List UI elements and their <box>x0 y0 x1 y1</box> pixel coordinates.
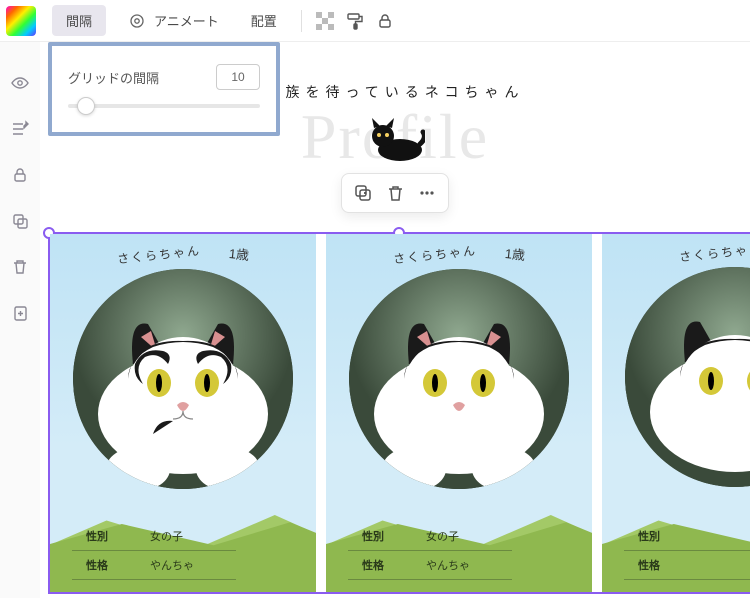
hero-title: 家族を待っているネコちゃん <box>265 82 524 102</box>
info-table: 性別女の子 性格やんちゃ <box>348 522 512 580</box>
profile-card[interactable]: さくらちゃん 1歳 性別女の子 性格やんちゃ <box>50 234 316 592</box>
eye-icon[interactable] <box>7 70 33 96</box>
selected-grid[interactable]: さくらちゃん 1歳 性別女の子 性格やんちゃ さくらちゃん 1歳 性 <box>48 232 750 594</box>
grid-spacing-slider[interactable] <box>68 104 260 108</box>
transparency-icon[interactable] <box>312 8 338 34</box>
table-row: 性別女の子 <box>72 522 236 551</box>
notes-icon[interactable] <box>7 116 33 142</box>
top-toolbar: 間隔 アニメート 配置 <box>0 0 750 42</box>
duplicate-icon[interactable] <box>7 208 33 234</box>
table-row: 性別女の子 <box>348 522 512 551</box>
more-icon[interactable] <box>414 180 440 206</box>
card-name: さくらちゃん <box>116 242 201 268</box>
card-name: さくらちゃん <box>679 240 750 266</box>
trash-icon[interactable] <box>7 254 33 280</box>
card-age: 1歳 <box>504 243 526 264</box>
left-toolbar <box>0 42 40 598</box>
trash-float-icon[interactable] <box>382 180 408 206</box>
cat-photo <box>73 269 293 489</box>
add-page-icon[interactable] <box>7 300 33 326</box>
card-age: 1歳 <box>228 243 250 264</box>
table-row: 性別 <box>624 522 750 551</box>
info-table: 性別女の子 性格やんちゃ <box>72 522 236 580</box>
cat-photo <box>349 269 569 489</box>
color-picker-swatch[interactable] <box>6 6 36 36</box>
tab-animate[interactable]: アニメート <box>110 2 233 40</box>
profile-card[interactable]: さくらちゃん 1歳 性別女の子 性格やんちゃ <box>326 234 592 592</box>
tab-position[interactable]: 配置 <box>237 5 291 36</box>
table-row: 性格やんちゃ <box>348 551 512 580</box>
tab-spacing[interactable]: 間隔 <box>52 5 106 36</box>
info-table: 性別 性格 <box>624 522 750 580</box>
cat-photo <box>625 267 750 487</box>
slider-thumb[interactable] <box>77 97 95 115</box>
animate-icon <box>124 8 150 34</box>
lock-icon[interactable] <box>372 8 398 34</box>
duplicate-float-icon[interactable] <box>350 180 376 206</box>
profile-card[interactable]: さくらちゃん 性別 性格 <box>602 234 750 592</box>
grid-spacing-input[interactable] <box>216 64 260 90</box>
table-row: 性格やんちゃ <box>72 551 236 580</box>
floating-toolbar <box>341 173 449 213</box>
table-row: 性格 <box>624 551 750 580</box>
card-name: さくらちゃん <box>392 242 477 268</box>
lock-sidebar-icon[interactable] <box>7 162 33 188</box>
paint-roller-icon[interactable] <box>342 8 368 34</box>
divider <box>301 10 302 32</box>
tab-animate-label: アニメート <box>154 11 219 30</box>
grid-spacing-popover: グリッドの間隔 <box>48 42 280 136</box>
black-cat-icon <box>365 112 425 165</box>
grid-spacing-label: グリッドの間隔 <box>68 68 159 87</box>
